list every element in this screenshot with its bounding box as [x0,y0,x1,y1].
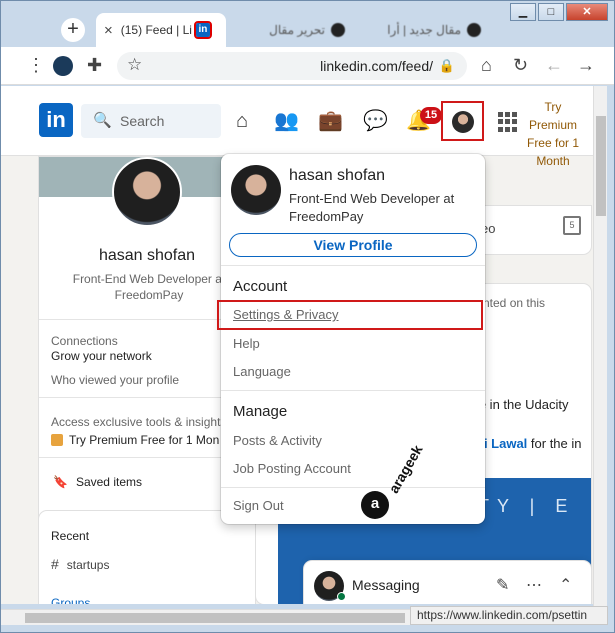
apps-grid-icon[interactable] [498,112,518,132]
grow-network-link[interactable]: Grow your network [51,349,152,363]
me-dropdown-menu: hasan shofan Front-End Web Developer at … [217,154,485,524]
home-nav-icon[interactable]: ⌂ [230,110,254,132]
linkedin-logo[interactable]: in [39,103,73,137]
address-bar[interactable]: ☆ linkedin.com/feed/ 🔒 [117,52,467,80]
search-input[interactable]: 🔍 Search [81,104,221,138]
tab-inactive-1[interactable]: تحرير مقال [233,13,353,47]
chevron-up-icon[interactable]: ⌃ [559,575,572,595]
back-arrow-icon[interactable]: ← [545,55,563,75]
extensions-puzzle-icon[interactable]: ✚ [87,55,102,75]
close-tab-icon[interactable]: × [104,22,113,39]
divider [221,265,485,266]
avatar [452,111,474,133]
try-premium-label: Try Premium Free for 1 Mon [69,433,220,447]
post-activity-text: nted on this [483,296,546,310]
maximize-button[interactable]: □ [538,3,564,21]
language-menu-item[interactable]: Language [233,364,291,379]
post-body-mention: ni Lawal for the in [476,436,582,451]
tab-inactive-2[interactable]: مقال جديد | أرا [359,13,489,47]
messaging-panel[interactable]: Messaging ✎ ⋯ ⌃ [304,561,591,604]
menu-dots-icon[interactable]: ⋮ [27,55,45,75]
access-tools-text: Access exclusive tools & insights [51,415,227,429]
jobs-briefcase-icon[interactable]: 💼 [318,110,343,132]
search-icon: 🔍 [93,112,112,129]
reload-icon[interactable]: ↻ [513,55,528,75]
me-menu-button[interactable] [441,101,484,141]
more-options-icon[interactable]: ⋯ [526,575,542,595]
recent-label: Recent [51,529,90,543]
scrollbar-thumb[interactable] [596,116,606,216]
tab-title: مقال جديد | أرا [387,23,461,37]
who-viewed-link[interactable]: Who viewed your profile [51,373,179,387]
lock-icon[interactable]: 🔒 [439,58,455,74]
recent-card: Recent # startups Groups [39,511,255,604]
view-profile-button[interactable]: View Profile [229,233,477,257]
dropdown-headline: Front-End Web Developer at FreedomPay [289,191,455,224]
messaging-nav-icon[interactable]: 💬 [363,110,388,132]
network-nav-icon[interactable]: 👥 [274,110,299,132]
saved-items-link[interactable]: 🔖 Saved items [53,475,142,489]
compose-icon[interactable]: ✎ [496,575,509,595]
window-controls: ▁ □ ✕ [510,3,608,21]
help-menu-item[interactable]: Help [233,336,260,351]
post-image-text: TY | E [478,496,576,516]
tab-linkedin-feed[interactable]: × (15) Feed | Li in [96,13,226,47]
close-window-button[interactable]: ✕ [566,3,608,21]
divider [221,487,485,488]
browser-window: + × (15) Feed | Li in تحرير مقال مقال جد… [0,0,615,633]
minimize-button[interactable]: ▁ [510,3,536,21]
tab-title: تحرير مقال [269,23,325,37]
site-favicon-icon [467,23,481,37]
settings-privacy-menu-item[interactable]: Settings & Privacy [217,300,483,330]
post-body-rest: for the in [527,436,582,451]
home-icon[interactable]: ⌂ [481,55,492,75]
account-section-header: Account [233,278,288,295]
arageek-watermark: arageek a [357,441,431,521]
forward-arrow-icon[interactable]: → [577,55,595,75]
linkedin-navbar: in 🔍 Search ⌂ 👥 💼 💬 🔔 15 Try Premium Fre… [1,86,601,168]
bookmark-icon: 🔖 [53,475,68,489]
tab-strip: + × (15) Feed | Li in تحرير مقال مقال جد… [1,1,614,47]
profile-headline: Front-End Web Developer at FreedomPay [72,272,226,302]
try-premium-link[interactable]: Try Premium Free for 1 Month [523,98,583,170]
sign-out-menu-item[interactable]: Sign Out [233,498,284,513]
hashtag-icon: # [51,556,59,572]
tab-title: (15) Feed | Li [120,23,192,37]
site-favicon-icon [331,23,345,37]
messaging-title: Messaging [352,577,420,593]
vertical-scrollbar[interactable] [593,86,607,609]
settings-privacy-label: Settings & Privacy [233,307,339,322]
page-viewport: in 🔍 Search ⌂ 👥 💼 💬 🔔 15 Try Premium Fre… [1,86,601,604]
profile-avatar[interactable] [112,157,182,227]
status-bar-url: https://www.linkedin.com/psettin [410,606,608,625]
watermark-logo-icon: a [361,491,389,519]
connections-label[interactable]: Connections [51,334,118,348]
try-premium-card-link[interactable]: Try Premium Free for 1 Mon [51,433,219,447]
scrollbar-thumb[interactable] [25,613,405,623]
manage-section-header: Manage [233,403,288,420]
groups-link[interactable]: Groups [51,596,90,604]
new-tab-button[interactable]: + [61,18,85,42]
posts-activity-menu-item[interactable]: Posts & Activity [233,433,322,448]
watermark-text: arageek [385,442,426,496]
premium-icon [51,434,63,446]
search-placeholder: Search [120,113,165,129]
linkedin-favicon-icon: in [193,21,212,39]
online-status-dot [337,592,346,601]
dropdown-profile-name: hasan shofan [289,167,386,184]
avatar [231,165,281,215]
saved-items-label: Saved items [75,475,142,489]
url-text: linkedin.com/feed/ [320,58,433,74]
startups-label: startups [66,558,110,572]
profile-extension-icon[interactable] [53,56,73,76]
job-posting-menu-item[interactable]: Job Posting Account [233,461,351,476]
divider [221,390,485,391]
recent-item-startups[interactable]: # startups [51,556,109,572]
bookmark-star-icon[interactable]: ☆ [127,55,142,75]
browser-toolbar: ⋮ ✚ ☆ linkedin.com/feed/ 🔒 ⌂ ↻ ← → [1,47,614,85]
event-calendar-icon[interactable]: 5 [563,216,581,235]
notification-badge: 15 [420,107,442,124]
